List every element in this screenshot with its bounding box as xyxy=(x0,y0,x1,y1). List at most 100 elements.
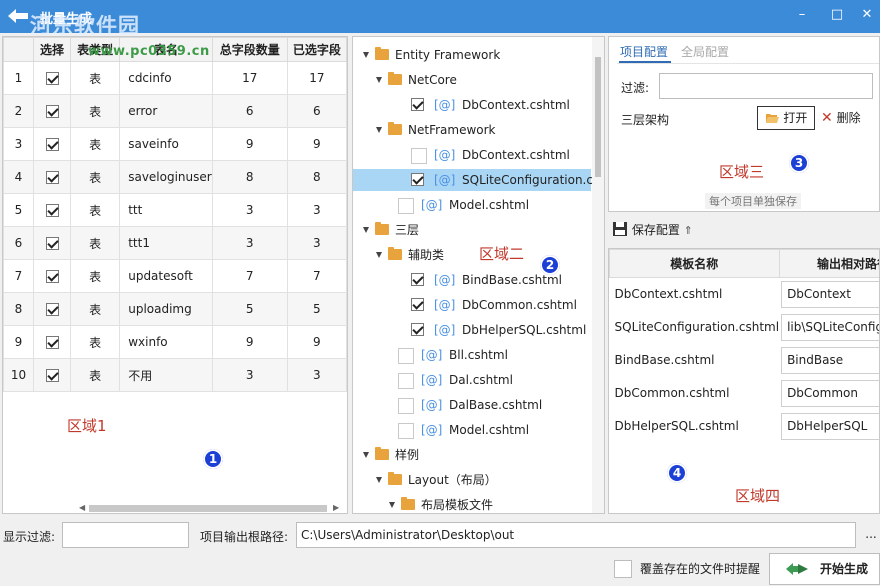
row-select-checkbox[interactable] xyxy=(45,270,59,283)
tree-node-checkbox[interactable] xyxy=(398,348,414,364)
output-path-input[interactable]: BindBase xyxy=(781,346,879,374)
row-select-cell[interactable] xyxy=(32,325,72,359)
tab-global-config[interactable]: 全局配置 xyxy=(681,43,729,60)
mapping-row[interactable]: DbCommon.cshtml DbCommon xyxy=(610,377,879,410)
row-select-checkbox[interactable] xyxy=(45,204,59,217)
expand-toggle-icon[interactable] xyxy=(363,227,369,233)
expand-toggle-icon[interactable] xyxy=(363,52,369,58)
row-select-cell[interactable] xyxy=(32,292,72,326)
tree-node-checkbox[interactable] xyxy=(411,173,424,186)
output-path-input[interactable]: lib\SQLiteConfiguration xyxy=(781,313,879,341)
tree-file-node[interactable]: [@] DalBase.cshtml xyxy=(353,394,593,416)
tree-file-node[interactable]: [@] Model.cshtml xyxy=(353,194,593,216)
row-select-checkbox[interactable] xyxy=(45,72,59,85)
tree-folder-node[interactable]: 布局模板文件 xyxy=(353,494,593,513)
mapping-row[interactable]: DbHelperSQL.cshtml DbHelperSQL xyxy=(610,410,879,443)
column-header-total[interactable]: 总字段数量 xyxy=(211,37,288,62)
tree-file-node[interactable]: [@] BindBase.cshtml xyxy=(353,269,593,291)
tree-file-node[interactable]: [@] Bll.cshtml xyxy=(353,344,593,366)
expand-toggle-icon[interactable] xyxy=(376,252,382,258)
tree-folder-node[interactable]: Layout（布局） xyxy=(353,469,593,491)
table-row[interactable]: 4 表 saveloginuser 8 8 xyxy=(3,160,347,194)
column-header-select[interactable]: 选择 xyxy=(32,37,72,62)
row-select-cell[interactable] xyxy=(32,94,72,128)
tree-node-checkbox[interactable] xyxy=(411,98,424,111)
mapping-row[interactable]: DbContext.cshtml DbContext xyxy=(610,278,879,311)
row-select-cell[interactable] xyxy=(32,61,72,95)
tree-folder-node[interactable]: NetFramework xyxy=(353,119,593,141)
tree-folder-node[interactable]: 三层 xyxy=(353,219,593,241)
mapping-row[interactable]: SQLiteConfiguration.cshtml lib\SQLiteConf… xyxy=(610,311,879,344)
table-row[interactable]: 3 表 saveinfo 9 9 xyxy=(3,127,347,161)
expand-toggle-icon[interactable] xyxy=(376,77,382,83)
tree-node-checkbox[interactable] xyxy=(411,298,424,311)
table-row[interactable]: 6 表 ttt1 3 3 xyxy=(3,226,347,260)
scrollbar-thumb[interactable] xyxy=(89,505,327,512)
expand-toggle-icon[interactable] xyxy=(389,502,395,508)
tree-file-node[interactable]: [@] DbContext.cshtml xyxy=(353,144,593,166)
tree-folder-node[interactable]: NetCore xyxy=(353,69,593,91)
tree-folder-node[interactable]: Entity Framework xyxy=(353,44,593,66)
table-row[interactable]: 10 表不用 3 3 xyxy=(3,358,347,392)
close-button[interactable]: ✕ xyxy=(858,6,876,24)
minimize-button[interactable]: – xyxy=(793,6,811,24)
horizontal-scrollbar[interactable]: ◀ ▶ xyxy=(79,503,341,513)
open-button[interactable]: 打开 xyxy=(757,106,815,130)
tree-node-checkbox[interactable] xyxy=(398,373,414,389)
tree-node-checkbox[interactable] xyxy=(411,323,424,336)
output-root-input[interactable]: C:\Users\Administrator\Desktop\out xyxy=(296,522,856,548)
expand-toggle-icon[interactable] xyxy=(376,127,382,133)
output-path-input[interactable]: DbCommon xyxy=(781,379,879,407)
display-filter-input[interactable] xyxy=(62,522,189,548)
row-select-checkbox[interactable] xyxy=(45,105,59,118)
expand-toggle-icon[interactable] xyxy=(376,477,382,483)
tree-vertical-scrollbar[interactable] xyxy=(592,37,604,513)
row-select-checkbox[interactable] xyxy=(45,303,59,316)
tree-file-node[interactable]: [@] SQLiteConfiguration.cshtml xyxy=(353,169,604,191)
expand-toggle-icon[interactable] xyxy=(363,452,369,458)
maximize-button[interactable]: □ xyxy=(828,6,846,24)
row-select-checkbox[interactable] xyxy=(45,369,59,382)
row-select-cell[interactable] xyxy=(32,127,72,161)
browse-button[interactable]: ... xyxy=(862,522,880,548)
output-path-input[interactable]: DbContext xyxy=(781,280,879,308)
tree-node-checkbox[interactable] xyxy=(411,148,427,164)
scroll-left-icon[interactable]: ◀ xyxy=(79,503,85,512)
table-row[interactable]: 1 表 cdcinfo 17 17 xyxy=(3,61,347,95)
tree-node-checkbox[interactable] xyxy=(398,398,414,414)
row-select-checkbox[interactable] xyxy=(45,237,59,250)
tree-file-node[interactable]: [@] DbContext.cshtml xyxy=(353,94,593,116)
output-path-input[interactable]: DbHelperSQL xyxy=(781,412,879,440)
row-select-cell[interactable] xyxy=(32,226,72,260)
table-row[interactable]: 7 表 updatesoft 7 7 xyxy=(3,259,347,293)
row-select-cell[interactable] xyxy=(32,358,72,392)
tree-file-node[interactable]: [@] Dal.cshtml xyxy=(353,369,593,391)
tree-node-checkbox[interactable] xyxy=(411,273,424,286)
tree-node-checkbox[interactable] xyxy=(398,423,414,439)
config-filter-input[interactable] xyxy=(659,73,873,99)
start-generate-button[interactable]: 开始生成 xyxy=(769,553,880,585)
row-select-checkbox[interactable] xyxy=(45,336,59,349)
row-select-checkbox[interactable] xyxy=(45,138,59,151)
table-row[interactable]: 2 表 error 6 6 xyxy=(3,94,347,128)
table-row[interactable]: 8 表 uploadimg 5 5 xyxy=(3,292,347,326)
tree-file-node[interactable]: [@] Model.cshtml xyxy=(353,419,593,441)
scroll-right-icon[interactable]: ▶ xyxy=(333,503,339,512)
save-config-button[interactable]: 保存配置 ⇑ xyxy=(612,218,693,242)
tree-scrollbar-thumb[interactable] xyxy=(595,57,601,177)
column-header-selected[interactable]: 已选字段 xyxy=(286,37,347,62)
row-select-cell[interactable] xyxy=(32,259,72,293)
tree-file-node[interactable]: [@] DbCommon.cshtml xyxy=(353,294,593,316)
tree-file-node[interactable]: [@] DbHelperSQL.cshtml xyxy=(353,319,593,341)
mapping-row[interactable]: BindBase.cshtml BindBase xyxy=(610,344,879,377)
tree-folder-node[interactable]: 样例 xyxy=(353,444,593,466)
delete-button[interactable]: ✕ 删除 xyxy=(821,108,861,130)
table-row[interactable]: 9 表 wxinfo 9 9 xyxy=(3,325,347,359)
row-select-cell[interactable] xyxy=(32,160,72,194)
row-select-cell[interactable] xyxy=(32,193,72,227)
tab-project-config[interactable]: 项目配置 xyxy=(620,43,668,60)
tree-node-checkbox[interactable] xyxy=(398,198,414,214)
row-select-checkbox[interactable] xyxy=(45,171,59,184)
overwrite-warning-checkbox[interactable] xyxy=(614,560,632,578)
table-row[interactable]: 5 表 ttt 3 3 xyxy=(3,193,347,227)
